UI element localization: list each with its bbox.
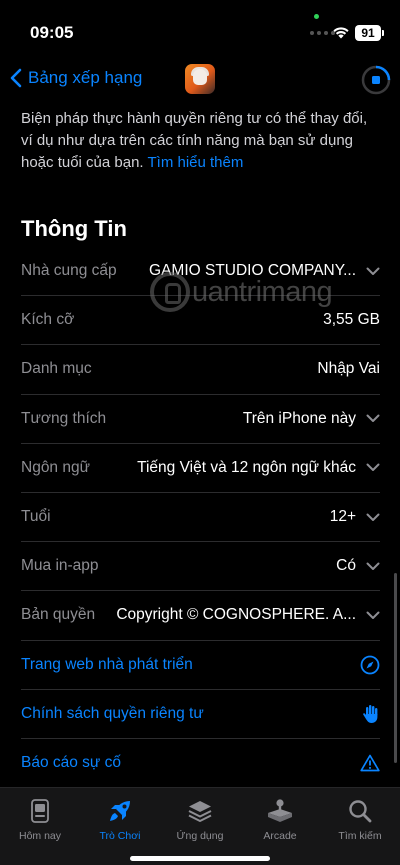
back-button-label: Bảng xếp hạng xyxy=(28,68,143,87)
tab-label: Hôm nay xyxy=(18,830,61,842)
rocket-icon xyxy=(110,801,130,821)
hand-icon xyxy=(363,704,378,723)
info-row-value: Tiếng Việt và 12 ngôn ngữ khác xyxy=(137,458,356,476)
today-icon xyxy=(31,799,49,823)
tab-bar: Hôm nay Trò Chơi Ứng dụng Arcade Tìm kiế… xyxy=(0,787,400,865)
info-row-value: Có xyxy=(336,557,356,575)
scroll-indicator[interactable] xyxy=(394,573,397,763)
compass-icon xyxy=(360,655,380,674)
link-row-label: Trang web nhà phát triển xyxy=(21,655,193,673)
privacy-description: Biện pháp thực hành quyền riêng tư có th… xyxy=(21,108,381,174)
tab-arcade[interactable]: Arcade xyxy=(244,798,316,842)
info-row-in-app-purchases[interactable]: Mua in-app Có xyxy=(21,542,380,592)
info-row-value: GAMIO STUDIO COMPANY... xyxy=(149,262,356,280)
info-row-value: Trên iPhone này xyxy=(242,409,356,427)
tab-label: Tìm kiếm xyxy=(338,830,382,842)
tab-label: Trò Chơi xyxy=(99,830,141,842)
status-bar: 09:05 91 xyxy=(0,0,400,60)
link-row-label: Chính sách quyền riêng tư xyxy=(21,704,204,722)
info-row-size: Kích cỡ 3,55 GB xyxy=(21,296,380,346)
tab-games[interactable]: Trò Chơi xyxy=(84,798,156,842)
info-row-copyright[interactable]: Bản quyền Copyright © COGNOSPHERE. A... xyxy=(21,591,380,641)
download-progress-icon[interactable] xyxy=(361,65,391,95)
info-section-title: Thông Tin xyxy=(21,216,127,241)
info-row-label: Nhà cung cấp xyxy=(21,262,117,280)
info-row-languages[interactable]: Ngôn ngữ Tiếng Việt và 12 ngôn ngữ khác xyxy=(21,444,380,493)
info-row-label: Tuổi xyxy=(21,508,51,526)
info-row-label: Mua in-app xyxy=(21,557,99,575)
info-row-provider[interactable]: Nhà cung cấp GAMIO STUDIO COMPANY... xyxy=(21,247,380,297)
tab-apps[interactable]: Ứng dụng xyxy=(164,798,236,842)
chevron-left-icon xyxy=(10,68,22,88)
chevron-down-icon xyxy=(366,267,380,275)
battery-icon: 91 xyxy=(355,25,384,41)
report-problem-link[interactable]: Báo cáo sự cố xyxy=(21,739,380,788)
chevron-down-icon xyxy=(366,513,380,521)
joystick-icon xyxy=(268,799,292,822)
tab-search[interactable]: Tìm kiếm xyxy=(324,798,396,842)
info-row-label: Kích cỡ xyxy=(21,311,75,329)
learn-more-link[interactable]: Tìm hiểu thêm xyxy=(148,154,244,171)
developer-website-link[interactable]: Trang web nhà phát triển xyxy=(21,641,380,690)
tab-today[interactable]: Hôm nay xyxy=(4,798,76,842)
info-row-label: Tương thích xyxy=(21,409,107,427)
warning-icon xyxy=(360,755,380,772)
navigation-bar: Bảng xếp hạng xyxy=(0,60,400,100)
app-icon xyxy=(185,64,215,94)
chevron-down-icon xyxy=(366,414,380,423)
status-time: 09:05 xyxy=(30,23,74,42)
info-row-label: Bản quyền xyxy=(21,606,96,624)
wifi-icon xyxy=(333,27,349,39)
chevron-down-icon xyxy=(366,611,380,619)
info-row-compatibility[interactable]: Tương thích Trên iPhone này xyxy=(21,395,380,444)
apps-icon xyxy=(188,801,212,822)
info-row-value: 3,55 GB xyxy=(323,311,380,329)
privacy-policy-link[interactable]: Chính sách quyền riêng tư xyxy=(21,690,380,739)
info-row-category: Danh mục Nhập Vai xyxy=(21,345,380,395)
info-row-label: Danh mục xyxy=(21,360,92,378)
info-row-value: 12+ xyxy=(329,508,356,526)
tab-label: Ứng dụng xyxy=(176,830,224,842)
privacy-indicator-dot xyxy=(314,14,319,19)
info-row-value: Copyright © COGNOSPHERE. A... xyxy=(116,606,356,624)
info-list: Nhà cung cấp GAMIO STUDIO COMPANY... Kíc… xyxy=(21,247,380,788)
info-row-age[interactable]: Tuổi 12+ xyxy=(21,493,380,543)
chevron-down-icon xyxy=(366,463,380,472)
chevron-down-icon xyxy=(366,562,380,570)
home-indicator[interactable] xyxy=(130,856,270,861)
info-row-label: Ngôn ngữ xyxy=(21,458,90,476)
info-row-value: Nhập Vai xyxy=(317,360,380,378)
tab-label: Arcade xyxy=(263,830,297,842)
link-row-label: Báo cáo sự cố xyxy=(21,754,121,772)
search-icon xyxy=(349,800,372,823)
back-button[interactable]: Bảng xếp hạng xyxy=(10,68,142,88)
